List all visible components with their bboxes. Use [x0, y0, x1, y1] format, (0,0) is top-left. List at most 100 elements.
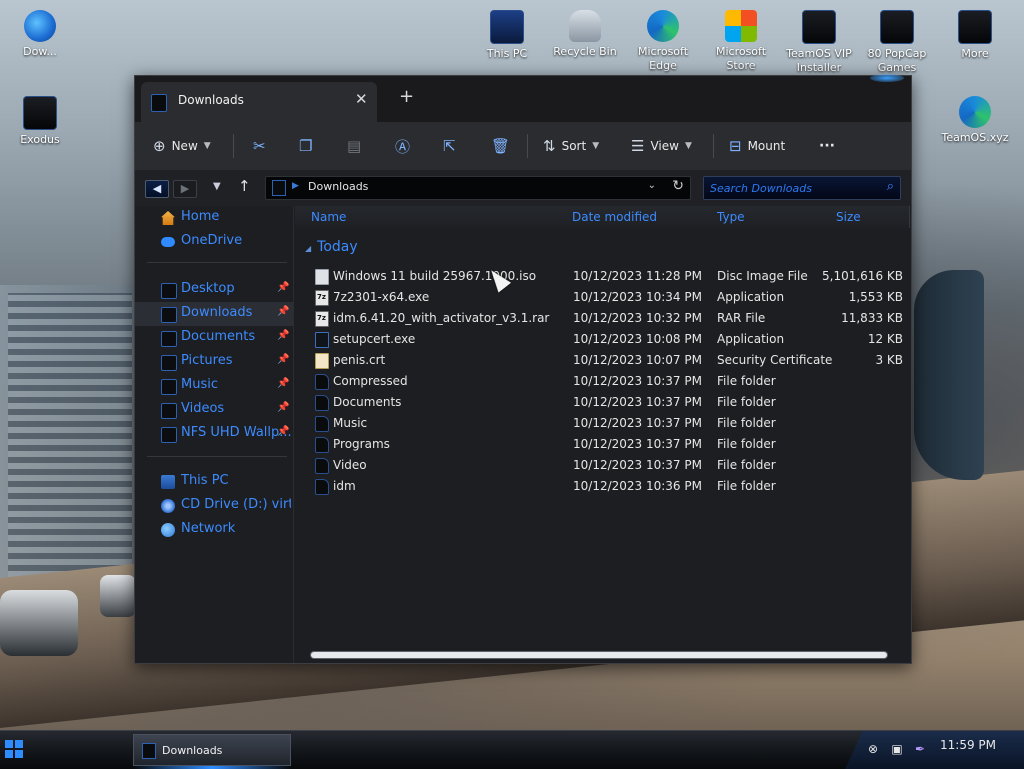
- store-icon: [725, 10, 757, 42]
- column-header-name[interactable]: Name: [295, 206, 565, 228]
- file-type: Security Certificate: [717, 353, 833, 367]
- computer-icon: [490, 10, 524, 44]
- pictures-icon: [161, 355, 177, 371]
- table-row[interactable]: idm 10/12/2023 10:36 PM File folder: [311, 476, 907, 497]
- table-row[interactable]: setupcert.exe 10/12/2023 10:08 PM Applicat…: [311, 329, 907, 350]
- pin-icon[interactable]: 📌: [277, 378, 289, 389]
- sidebar-item-pictures[interactable]: Pictures 📌: [135, 350, 293, 374]
- copy-icon: ❐: [299, 137, 313, 155]
- breadcrumb[interactable]: Downloads: [308, 180, 368, 193]
- new-tab-icon[interactable]: +: [399, 88, 414, 106]
- forward-button[interactable]: ▶: [173, 180, 197, 198]
- address-field[interactable]: ▶ Downloads ⌄ ↻: [265, 176, 691, 200]
- desktop-icon-store[interactable]: Microsoft Store: [707, 10, 775, 73]
- sidebar-item-this-pc[interactable]: This PC: [135, 470, 293, 494]
- table-row[interactable]: Programs 10/12/2023 10:37 PM File folder: [311, 434, 907, 455]
- desktop-icon-teamos-xyz[interactable]: TeamOS.xyz: [941, 96, 1009, 145]
- archive-icon: [315, 311, 329, 327]
- sidebar-item-network[interactable]: Network: [135, 518, 293, 542]
- tab-downloads[interactable]: Downloads ✕: [141, 82, 377, 122]
- search-box[interactable]: ⌕: [703, 176, 901, 200]
- folder-icon: [315, 437, 329, 453]
- copy-button[interactable]: ❐: [299, 132, 312, 160]
- table-row[interactable]: 7z2301-x64.exe 10/12/2023 10:34 PM Applica…: [311, 287, 907, 308]
- close-tab-icon[interactable]: ✕: [355, 90, 368, 108]
- table-row[interactable]: idm.6.41.20_with_activator_v3.1.rar 10/12…: [311, 308, 907, 329]
- sidebar-item-documents[interactable]: Documents 📌: [135, 326, 293, 350]
- sidebar-item-music[interactable]: Music 📌: [135, 374, 293, 398]
- file-name: penis.crt: [333, 353, 386, 367]
- breadcrumb-arrow-icon[interactable]: ▶: [292, 181, 299, 191]
- file-type: Application: [717, 332, 785, 346]
- mount-button[interactable]: ⊟ Mount: [729, 132, 785, 160]
- desktop-icon-exodus[interactable]: Exodus: [6, 96, 74, 147]
- start-button[interactable]: [5, 740, 23, 758]
- file-name: Documents: [333, 395, 402, 409]
- table-row[interactable]: Video 10/12/2023 10:37 PM File folder: [311, 455, 907, 476]
- desktop-icon-more[interactable]: More: [941, 10, 1009, 61]
- desktop-icon-label: TeamOS.xyz: [941, 131, 1009, 144]
- view-button[interactable]: ☰ View ▼: [631, 132, 692, 160]
- display-icon[interactable]: ▣: [890, 742, 904, 756]
- pin-icon[interactable]: 📌: [277, 426, 289, 437]
- clock[interactable]: 11:59 PM: [940, 738, 996, 752]
- table-row[interactable]: Compressed 10/12/2023 10:37 PM File folder: [311, 371, 907, 392]
- group-header-today[interactable]: ◢ Today: [305, 239, 358, 255]
- desktop-icon-recycle-bin[interactable]: Recycle Bin: [551, 10, 619, 59]
- up-arrow-icon[interactable]: ↑: [238, 177, 251, 195]
- cloud-icon: [161, 237, 175, 247]
- file-size: 1,553 KB: [848, 290, 903, 304]
- pin-icon[interactable]: 📌: [277, 330, 289, 341]
- sidebar-item-cd-drive[interactable]: CD Drive (D:) virtio-: [135, 494, 293, 518]
- pin-icon[interactable]: 📌: [277, 354, 289, 365]
- delete-button[interactable]: 🗑: [491, 132, 510, 160]
- chevron-down-icon[interactable]: ⌄: [648, 180, 656, 191]
- sort-button[interactable]: ⇅ Sort ▼: [543, 132, 599, 160]
- sidebar-item-downloads[interactable]: Downloads 📌: [135, 302, 293, 326]
- cut-button[interactable]: ✂: [253, 132, 266, 160]
- file-name: Music: [333, 416, 368, 430]
- sidebar-item-nfs-wallpapers[interactable]: NFS UHD Wallp... 📌: [135, 422, 293, 446]
- address-bar-row: ◀ ▶ ▼ ↑ ▶ Downloads ⌄ ↻ ⌕: [135, 170, 911, 206]
- file-date-modified: 10/12/2023 10:08 PM: [573, 332, 702, 346]
- column-header-date-modified[interactable]: Date modified: [556, 206, 710, 228]
- taskbar-item-explorer[interactable]: Downloads: [133, 734, 291, 766]
- file-name: Video: [333, 458, 367, 472]
- new-button[interactable]: ⊕ New ▼: [153, 132, 211, 160]
- desktop-icon-edge[interactable]: Microsoft Edge: [629, 10, 697, 73]
- desktop-icon-label: Recycle Bin: [553, 45, 617, 58]
- recent-locations-dropdown-icon[interactable]: ▼: [213, 181, 221, 192]
- search-icon[interactable]: ⌕: [887, 179, 894, 194]
- folder-icon: [315, 374, 329, 390]
- pin-icon[interactable]: 📌: [277, 306, 289, 317]
- desktop-icon-popcap-games[interactable]: 80 PopCap Games: [863, 10, 931, 75]
- file-type: File folder: [717, 374, 776, 388]
- sidebar-item-home[interactable]: Home: [135, 206, 293, 230]
- refresh-icon[interactable]: ↻: [672, 178, 684, 194]
- column-header-type[interactable]: Type: [701, 206, 825, 228]
- back-button[interactable]: ◀: [145, 180, 169, 198]
- desktop-icon-label: Microsoft Store: [715, 45, 767, 72]
- table-row[interactable]: penis.crt 10/12/2023 10:07 PM Security Cer…: [311, 350, 907, 371]
- sidebar-item-desktop[interactable]: Desktop 📌: [135, 278, 293, 302]
- desktop-icon-downloads[interactable]: Dow...: [6, 10, 74, 59]
- sidebar-item-onedrive[interactable]: OneDrive: [135, 230, 293, 254]
- sidebar-item-videos[interactable]: Videos 📌: [135, 398, 293, 422]
- desktop-icon-teamos-installer[interactable]: TeamOS VIP Installer: [785, 10, 853, 75]
- desktop-icon-this-pc[interactable]: This PC: [473, 10, 541, 61]
- table-row[interactable]: Music 10/12/2023 10:37 PM File folder: [311, 413, 907, 434]
- table-row[interactable]: Windows 11 build 25967.1000.iso 10/12/202…: [311, 266, 907, 287]
- more-options-button[interactable]: ···: [819, 132, 835, 160]
- sidebar-item-label: Downloads: [181, 305, 253, 320]
- search-input[interactable]: [704, 177, 882, 199]
- pen-icon[interactable]: ✒: [913, 742, 927, 756]
- pin-icon[interactable]: 📌: [277, 402, 289, 413]
- pin-icon[interactable]: 📌: [277, 282, 289, 293]
- network-disconnected-icon[interactable]: ⊗: [866, 742, 880, 756]
- horizontal-scrollbar[interactable]: [311, 652, 887, 658]
- rename-button[interactable]: Ⓐ: [395, 132, 410, 160]
- table-row[interactable]: Documents 10/12/2023 10:37 PM File folder: [311, 392, 907, 413]
- paste-button[interactable]: ▤: [347, 132, 361, 160]
- share-button[interactable]: ⇱: [443, 132, 456, 160]
- column-header-size[interactable]: Size: [820, 206, 910, 228]
